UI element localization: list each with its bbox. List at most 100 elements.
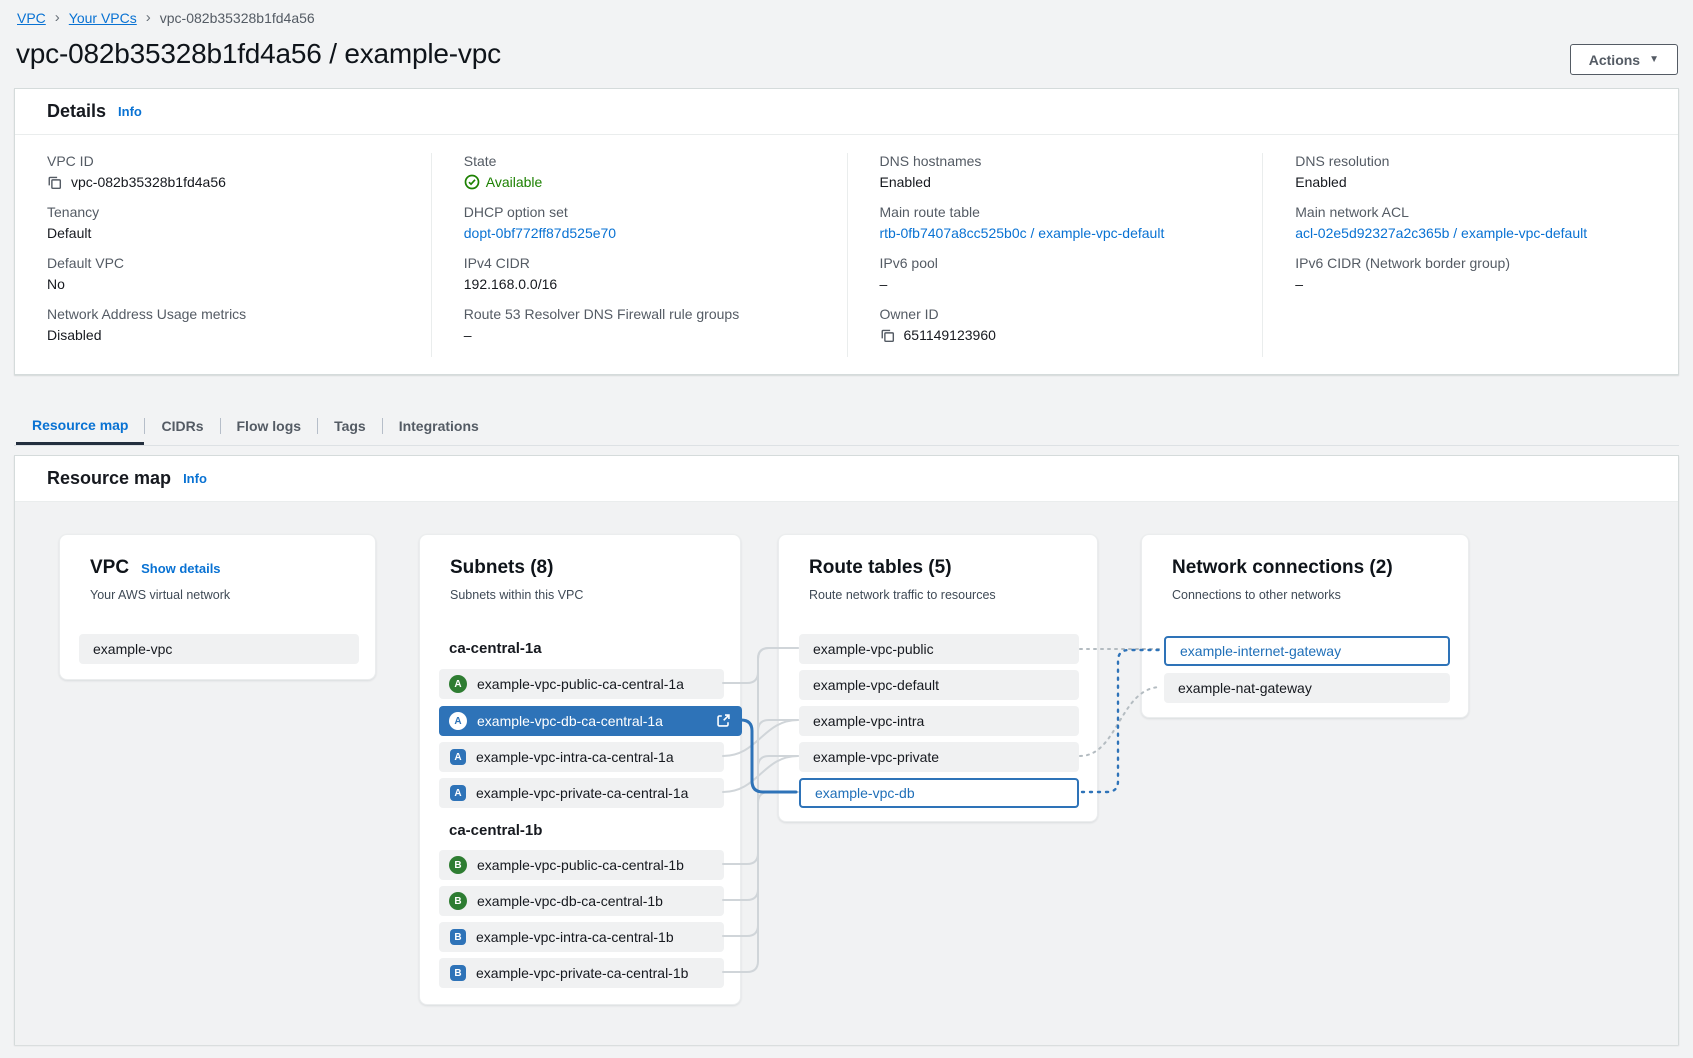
subnet-row-public-1b[interactable]: B example-vpc-public-ca-central-1b [439, 850, 724, 880]
subnet-row-db-1b[interactable]: B example-vpc-db-ca-central-1b [439, 886, 724, 916]
az-a-badge: A [450, 749, 466, 765]
field-dhcp-option-set: DHCP option set dopt-0bf772ff87d525e70 [464, 204, 817, 241]
subnet-label: example-vpc-intra-ca-central-1b [476, 929, 674, 945]
field-default-vpc: Default VPC No [47, 255, 401, 292]
subnets-card-title: Subnets (8) [450, 557, 553, 579]
chevron-down-icon: ▼ [1649, 55, 1659, 65]
copy-icon[interactable] [880, 328, 895, 343]
tab-flow-logs[interactable]: Flow logs [221, 407, 318, 445]
network-connections-card-title: Network connections (2) [1172, 557, 1393, 579]
network-connections-card: Network connections (2) Connections to o… [1141, 534, 1469, 718]
tab-integrations[interactable]: Integrations [383, 407, 495, 445]
breadcrumb-separator-icon: › [55, 9, 60, 26]
breadcrumb-separator-icon: › [146, 9, 151, 26]
details-panel-header: Details Info [15, 89, 1678, 135]
details-title: Details [47, 101, 106, 122]
az-a-badge: A [450, 785, 466, 801]
subnet-row-intra-1b[interactable]: B example-vpc-intra-ca-central-1b [439, 922, 724, 952]
details-column-4: DNS resolution Enabled Main network ACL … [1262, 153, 1678, 357]
breadcrumb-your-vpcs-link[interactable]: Your VPCs [69, 10, 137, 26]
resource-map-title: Resource map [47, 468, 171, 489]
field-vpc-id: VPC ID vpc-082b35328b1fd4a56 [47, 153, 401, 190]
subnet-row-intra-1a[interactable]: A example-vpc-intra-ca-central-1a [439, 742, 724, 772]
route-table-row-default[interactable]: example-vpc-default [799, 670, 1079, 700]
vpc-item-example-vpc[interactable]: example-vpc [79, 634, 359, 664]
external-link-icon[interactable] [716, 713, 731, 728]
az-b-badge: B [450, 929, 466, 945]
details-column-2: State Available DHCP option set dopt-0bf… [431, 153, 847, 357]
subnets-card: Subnets (8) Subnets within this VPC ca-c… [419, 534, 741, 1005]
field-dns-resolution: DNS resolution Enabled [1295, 153, 1648, 190]
route-tables-card-title: Route tables (5) [809, 557, 952, 579]
tab-resource-map[interactable]: Resource map [16, 407, 144, 445]
route-tables-card-subtitle: Route network traffic to resources [779, 579, 1097, 602]
subnet-label: example-vpc-public-ca-central-1b [477, 857, 684, 873]
vpc-card-title: VPC [90, 557, 129, 579]
route-table-row-private[interactable]: example-vpc-private [799, 742, 1079, 772]
breadcrumb-current: vpc-082b35328b1fd4a56 [160, 10, 315, 26]
subnet-row-private-1a[interactable]: A example-vpc-private-ca-central-1a [439, 778, 724, 808]
resource-map-body: VPC Show details Your AWS virtual networ… [15, 502, 1678, 1045]
vpc-details-page: VPC › Your VPCs › vpc-082b35328b1fd4a56 … [0, 0, 1693, 1058]
az-heading-ca-central-1b: ca-central-1b [449, 822, 542, 839]
subnet-label: example-vpc-db-ca-central-1a [477, 713, 663, 729]
network-connection-row-internet-gateway[interactable]: example-internet-gateway [1164, 636, 1450, 666]
field-nau-metrics: Network Address Usage metrics Disabled [47, 306, 401, 343]
dhcp-option-set-link[interactable]: dopt-0bf772ff87d525e70 [464, 225, 817, 241]
breadcrumb: VPC › Your VPCs › vpc-082b35328b1fd4a56 [17, 9, 315, 26]
field-main-network-acl: Main network ACL acl-02e5d92327a2c365b /… [1295, 204, 1648, 241]
vpc-card: VPC Show details Your AWS virtual networ… [59, 534, 376, 680]
main-route-table-link[interactable]: rtb-0fb7407a8cc525b0c / example-vpc-defa… [880, 225, 1233, 241]
field-ipv4-cidr: IPv4 CIDR 192.168.0.0/16 [464, 255, 817, 292]
vpc-id-value: vpc-082b35328b1fd4a56 [71, 174, 226, 190]
subnet-label: example-vpc-public-ca-central-1a [477, 676, 684, 692]
az-a-badge: A [449, 712, 467, 730]
details-panel: Details Info VPC ID vpc-082b35328b1fd4a5… [14, 88, 1679, 375]
vpc-show-details-link[interactable]: Show details [141, 561, 220, 576]
main-network-acl-link[interactable]: acl-02e5d92327a2c365b / example-vpc-defa… [1295, 225, 1648, 241]
subnet-row-db-1a-selected[interactable]: A example-vpc-db-ca-central-1a [439, 706, 742, 736]
copy-icon[interactable] [47, 175, 62, 190]
tab-bar: Resource map CIDRs Flow logs Tags Integr… [14, 407, 1679, 446]
tab-cidrs[interactable]: CIDRs [145, 407, 219, 445]
breadcrumb-vpc-link[interactable]: VPC [17, 10, 46, 26]
route-table-row-db-highlighted[interactable]: example-vpc-db [799, 778, 1079, 808]
details-column-1: VPC ID vpc-082b35328b1fd4a56 Tenancy Def… [15, 153, 431, 357]
details-body: VPC ID vpc-082b35328b1fd4a56 Tenancy Def… [15, 135, 1678, 367]
owner-id-value: 651149123960 [904, 327, 996, 343]
network-connections-card-subtitle: Connections to other networks [1142, 579, 1468, 602]
field-dns-hostnames: DNS hostnames Enabled [880, 153, 1233, 190]
field-state: State Available [464, 153, 817, 190]
actions-button[interactable]: Actions ▼ [1570, 44, 1678, 75]
subnet-row-private-1b[interactable]: B example-vpc-private-ca-central-1b [439, 958, 724, 988]
field-ipv6-pool: IPv6 pool – [880, 255, 1233, 292]
field-r53-firewall-groups: Route 53 Resolver DNS Firewall rule grou… [464, 306, 817, 343]
tab-tags[interactable]: Tags [318, 407, 382, 445]
az-b-badge: B [449, 856, 467, 874]
subnet-label: example-vpc-intra-ca-central-1a [476, 749, 674, 765]
page-title: vpc-082b35328b1fd4a56 / example-vpc [16, 38, 501, 70]
az-heading-ca-central-1a: ca-central-1a [449, 640, 542, 657]
route-table-row-public[interactable]: example-vpc-public [799, 634, 1079, 664]
field-ipv6-cidr-nbg: IPv6 CIDR (Network border group) – [1295, 255, 1648, 292]
resource-map-info-link[interactable]: Info [183, 471, 207, 486]
state-value: Available [486, 174, 543, 190]
az-b-badge: B [449, 892, 467, 910]
route-table-row-intra[interactable]: example-vpc-intra [799, 706, 1079, 736]
vpc-card-subtitle: Your AWS virtual network [60, 579, 375, 602]
subnet-row-public-1a[interactable]: A example-vpc-public-ca-central-1a [439, 669, 724, 699]
route-tables-card: Route tables (5) Route network traffic t… [778, 534, 1098, 822]
subnets-card-subtitle: Subnets within this VPC [420, 579, 740, 602]
field-tenancy: Tenancy Default [47, 204, 401, 241]
az-a-badge: A [449, 675, 467, 693]
check-circle-icon [464, 174, 480, 190]
resource-map-panel: Resource map Info [14, 455, 1679, 1045]
network-connection-row-nat-gateway[interactable]: example-nat-gateway [1164, 673, 1450, 703]
field-owner-id: Owner ID 651149123960 [880, 306, 1233, 343]
subnet-label: example-vpc-private-ca-central-1b [476, 965, 688, 981]
resource-map-header: Resource map Info [15, 456, 1678, 502]
details-column-3: DNS hostnames Enabled Main route table r… [847, 153, 1263, 357]
field-main-route-table: Main route table rtb-0fb7407a8cc525b0c /… [880, 204, 1233, 241]
details-info-link[interactable]: Info [118, 104, 142, 119]
az-b-badge: B [450, 965, 466, 981]
